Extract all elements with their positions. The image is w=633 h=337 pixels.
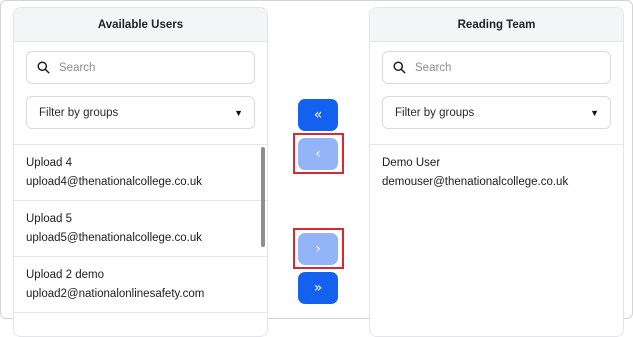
scrollbar-thumb[interactable] (261, 147, 265, 247)
search-field[interactable] (26, 51, 255, 84)
move-all-left-button[interactable]: « (298, 99, 338, 131)
chevron-down-icon: ▼ (590, 107, 599, 118)
available-users-panel: Available Users Filter by groups ▼ Uploa… (13, 7, 268, 337)
search-field[interactable] (382, 51, 611, 84)
list-item[interactable]: Upload 2 demo upload2@nationalonlinesafe… (26, 266, 256, 303)
search-input[interactable] (415, 61, 595, 74)
filter-label: Filter by groups (39, 106, 119, 119)
panel-title: Reading Team (370, 8, 623, 42)
dual-list-container: Available Users Filter by groups ▼ Uploa… (0, 0, 633, 337)
group-filter-select[interactable]: Filter by groups ▼ (26, 96, 255, 129)
user-email: upload5@thenationalcollege.co.uk (26, 232, 202, 244)
user-email: upload2@nationalonlinesafety.com (26, 288, 205, 300)
user-name: Demo User (382, 157, 441, 169)
user-name: Upload 2 demo (26, 269, 104, 281)
list-item[interactable]: Upload 5 upload5@thenationalcollege.co.u… (26, 210, 256, 247)
divider (370, 144, 623, 145)
search-input[interactable] (59, 61, 239, 74)
reading-team-panel: Reading Team Filter by groups ▼ Demo Use… (369, 7, 624, 337)
divider (14, 312, 267, 313)
divider (14, 144, 267, 145)
move-all-right-button[interactable]: » (298, 272, 338, 304)
user-name: Upload 5 (26, 213, 73, 225)
panel-title: Available Users (14, 8, 267, 42)
divider (14, 200, 267, 201)
move-left-button[interactable]: ‹ (298, 138, 338, 170)
list-item[interactable]: Demo User demouser@thenationalcollege.co… (382, 154, 612, 191)
filter-label: Filter by groups (395, 106, 475, 119)
group-filter-select[interactable]: Filter by groups ▼ (382, 96, 611, 129)
user-email: demouser@thenationalcollege.co.uk (382, 176, 569, 188)
divider (14, 256, 267, 257)
user-name: Upload 4 (26, 157, 73, 169)
move-right-button[interactable]: › (298, 233, 338, 265)
user-email: upload4@thenationalcollege.co.uk (26, 176, 202, 188)
search-icon (37, 61, 50, 74)
chevron-down-icon: ▼ (234, 107, 243, 118)
search-icon (393, 61, 406, 74)
list-item[interactable]: Upload 4 upload4@thenationalcollege.co.u… (26, 154, 256, 191)
